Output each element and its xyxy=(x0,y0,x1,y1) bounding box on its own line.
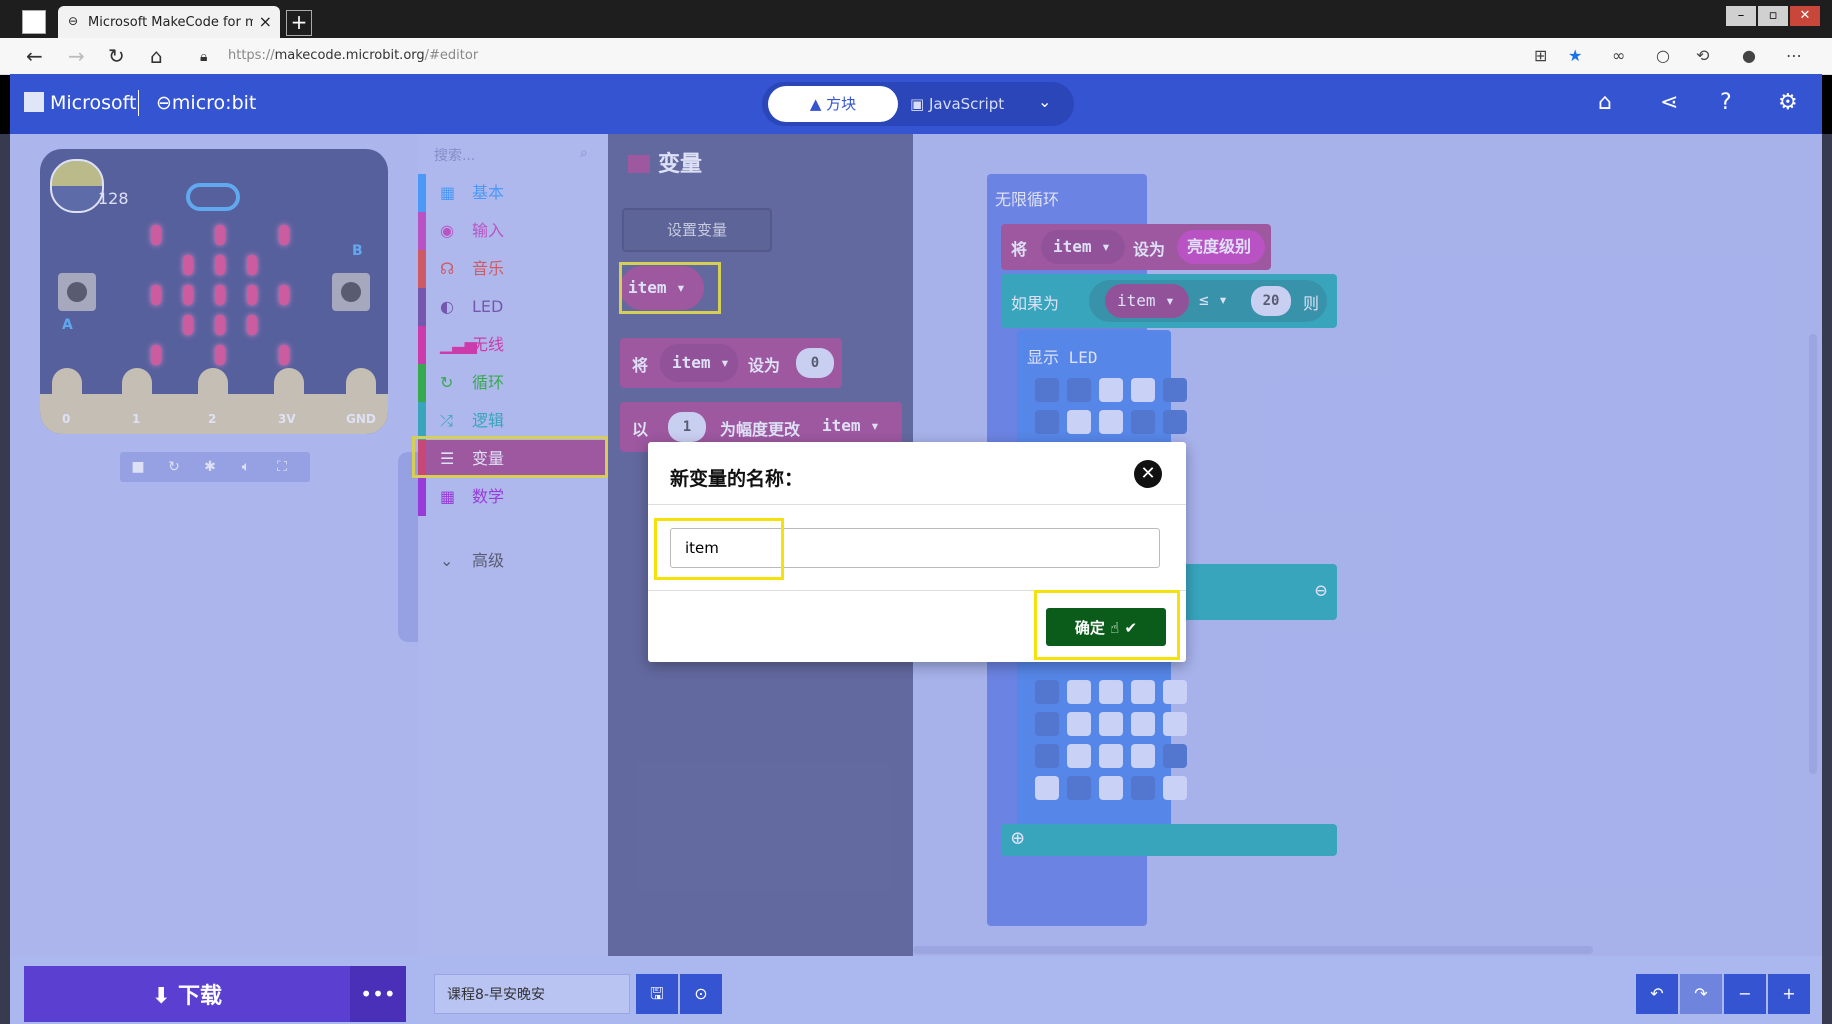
forward-icon[interactable]: → xyxy=(68,44,85,68)
js-icon: ▣ xyxy=(910,95,929,113)
download-more-icon[interactable]: ••• xyxy=(350,966,406,1022)
editor-mode-switch: ▲ 方块 ▣ JavaScript ⌄ xyxy=(762,82,1074,126)
variable-name-input[interactable] xyxy=(670,528,1160,568)
divider xyxy=(648,504,1186,505)
new-variable-dialog: 新变量的名称： ✕ 确定 ☝ ✔ xyxy=(648,442,1186,662)
makecode-favicon-icon: ⊖ xyxy=(68,14,79,28)
zoom-out-icon[interactable]: − xyxy=(1724,974,1766,1014)
window-controls: – ▫ ✕ xyxy=(1726,4,1826,26)
tab-close-icon[interactable]: × xyxy=(259,12,272,31)
back-icon[interactable]: ← xyxy=(26,44,43,68)
check-icon: ✔ xyxy=(1124,618,1138,637)
chevron-down-icon[interactable]: ⌄ xyxy=(1038,92,1051,111)
microbit-logo[interactable]: ⊖micro:bit xyxy=(156,92,256,114)
profile-avatar-icon[interactable]: ● xyxy=(1742,46,1756,65)
menu-more-icon[interactable]: ⋯ xyxy=(1786,46,1802,65)
ok-button[interactable]: 确定 ☝ ✔ xyxy=(1046,608,1166,646)
tab-blocks[interactable]: ▲ 方块 xyxy=(768,86,898,122)
reload-icon[interactable]: ↻ xyxy=(108,44,125,68)
github-icon[interactable]: ⊙ xyxy=(680,974,722,1014)
pointer-cursor-icon: ☝ xyxy=(1110,618,1120,637)
browser-titlebar: ⊖ Microsoft MakeCode for micro:b × + –▫✕ xyxy=(0,0,1832,38)
browser-tab[interactable]: ⊖ Microsoft MakeCode for micro:b × xyxy=(58,6,280,38)
close-window-icon[interactable]: ✕ xyxy=(1790,6,1820,26)
divider xyxy=(648,590,1186,591)
new-tab-button[interactable]: + xyxy=(286,10,312,36)
windows-logo-icon xyxy=(24,92,44,112)
restore-icon[interactable]: ▫ xyxy=(1758,6,1788,26)
puzzle-icon: ▲ xyxy=(809,95,827,113)
undo-icon[interactable]: ↶ xyxy=(1636,974,1678,1014)
save-icon[interactable]: 🖫 xyxy=(636,974,678,1014)
settings-gear-icon[interactable]: ⚙ xyxy=(1778,90,1798,115)
bottom-bar: ⬇ 下载 ••• 🖫 ⊙ ↶ ↷ − + xyxy=(10,956,1822,1024)
reader-mode-icon[interactable]: ⊞ xyxy=(1534,46,1547,65)
url-field[interactable]: https://makecode.microbit.org/#editor xyxy=(228,48,478,63)
project-name-input[interactable] xyxy=(434,974,630,1014)
dialog-title: 新变量的名称： xyxy=(670,468,804,490)
minimize-icon[interactable]: – xyxy=(1726,6,1756,26)
help-icon[interactable]: ? xyxy=(1720,90,1732,115)
share-icon[interactable]: ⋖ xyxy=(1660,90,1678,115)
makecode-header: Microsoft ⊖micro:bit ▲ 方块 ▣ JavaScript ⌄… xyxy=(10,74,1822,134)
tab-actions-button[interactable] xyxy=(22,10,46,34)
download-button[interactable]: ⬇ 下载 xyxy=(24,966,350,1022)
infinity-icon[interactable]: ∞ xyxy=(1612,46,1625,65)
redo-icon[interactable]: ↷ xyxy=(1680,974,1722,1014)
tab-title: Microsoft MakeCode for micro:b xyxy=(88,15,253,30)
close-icon[interactable]: ✕ xyxy=(1134,460,1162,488)
tab-javascript[interactable]: ▣ JavaScript xyxy=(910,86,1030,122)
zoom-in-icon[interactable]: + xyxy=(1768,974,1810,1014)
address-bar: ← → ↻ ⌂ 🔒︎ https://makecode.microbit.org… xyxy=(0,38,1832,75)
microsoft-logo[interactable]: Microsoft xyxy=(24,92,136,114)
circle-icon[interactable]: ○ xyxy=(1656,46,1670,65)
microbit-face-icon: ⊖ xyxy=(156,92,172,114)
favorite-star-icon[interactable]: ★ xyxy=(1568,46,1582,65)
home-icon[interactable]: ⌂ xyxy=(150,44,163,68)
download-icon: ⬇ xyxy=(151,984,179,1009)
home-icon[interactable]: ⌂ xyxy=(1598,90,1612,115)
logo-divider xyxy=(138,90,139,116)
extensions-icon[interactable]: ⟲ xyxy=(1696,46,1709,65)
lock-icon: 🔒︎ xyxy=(200,49,208,65)
